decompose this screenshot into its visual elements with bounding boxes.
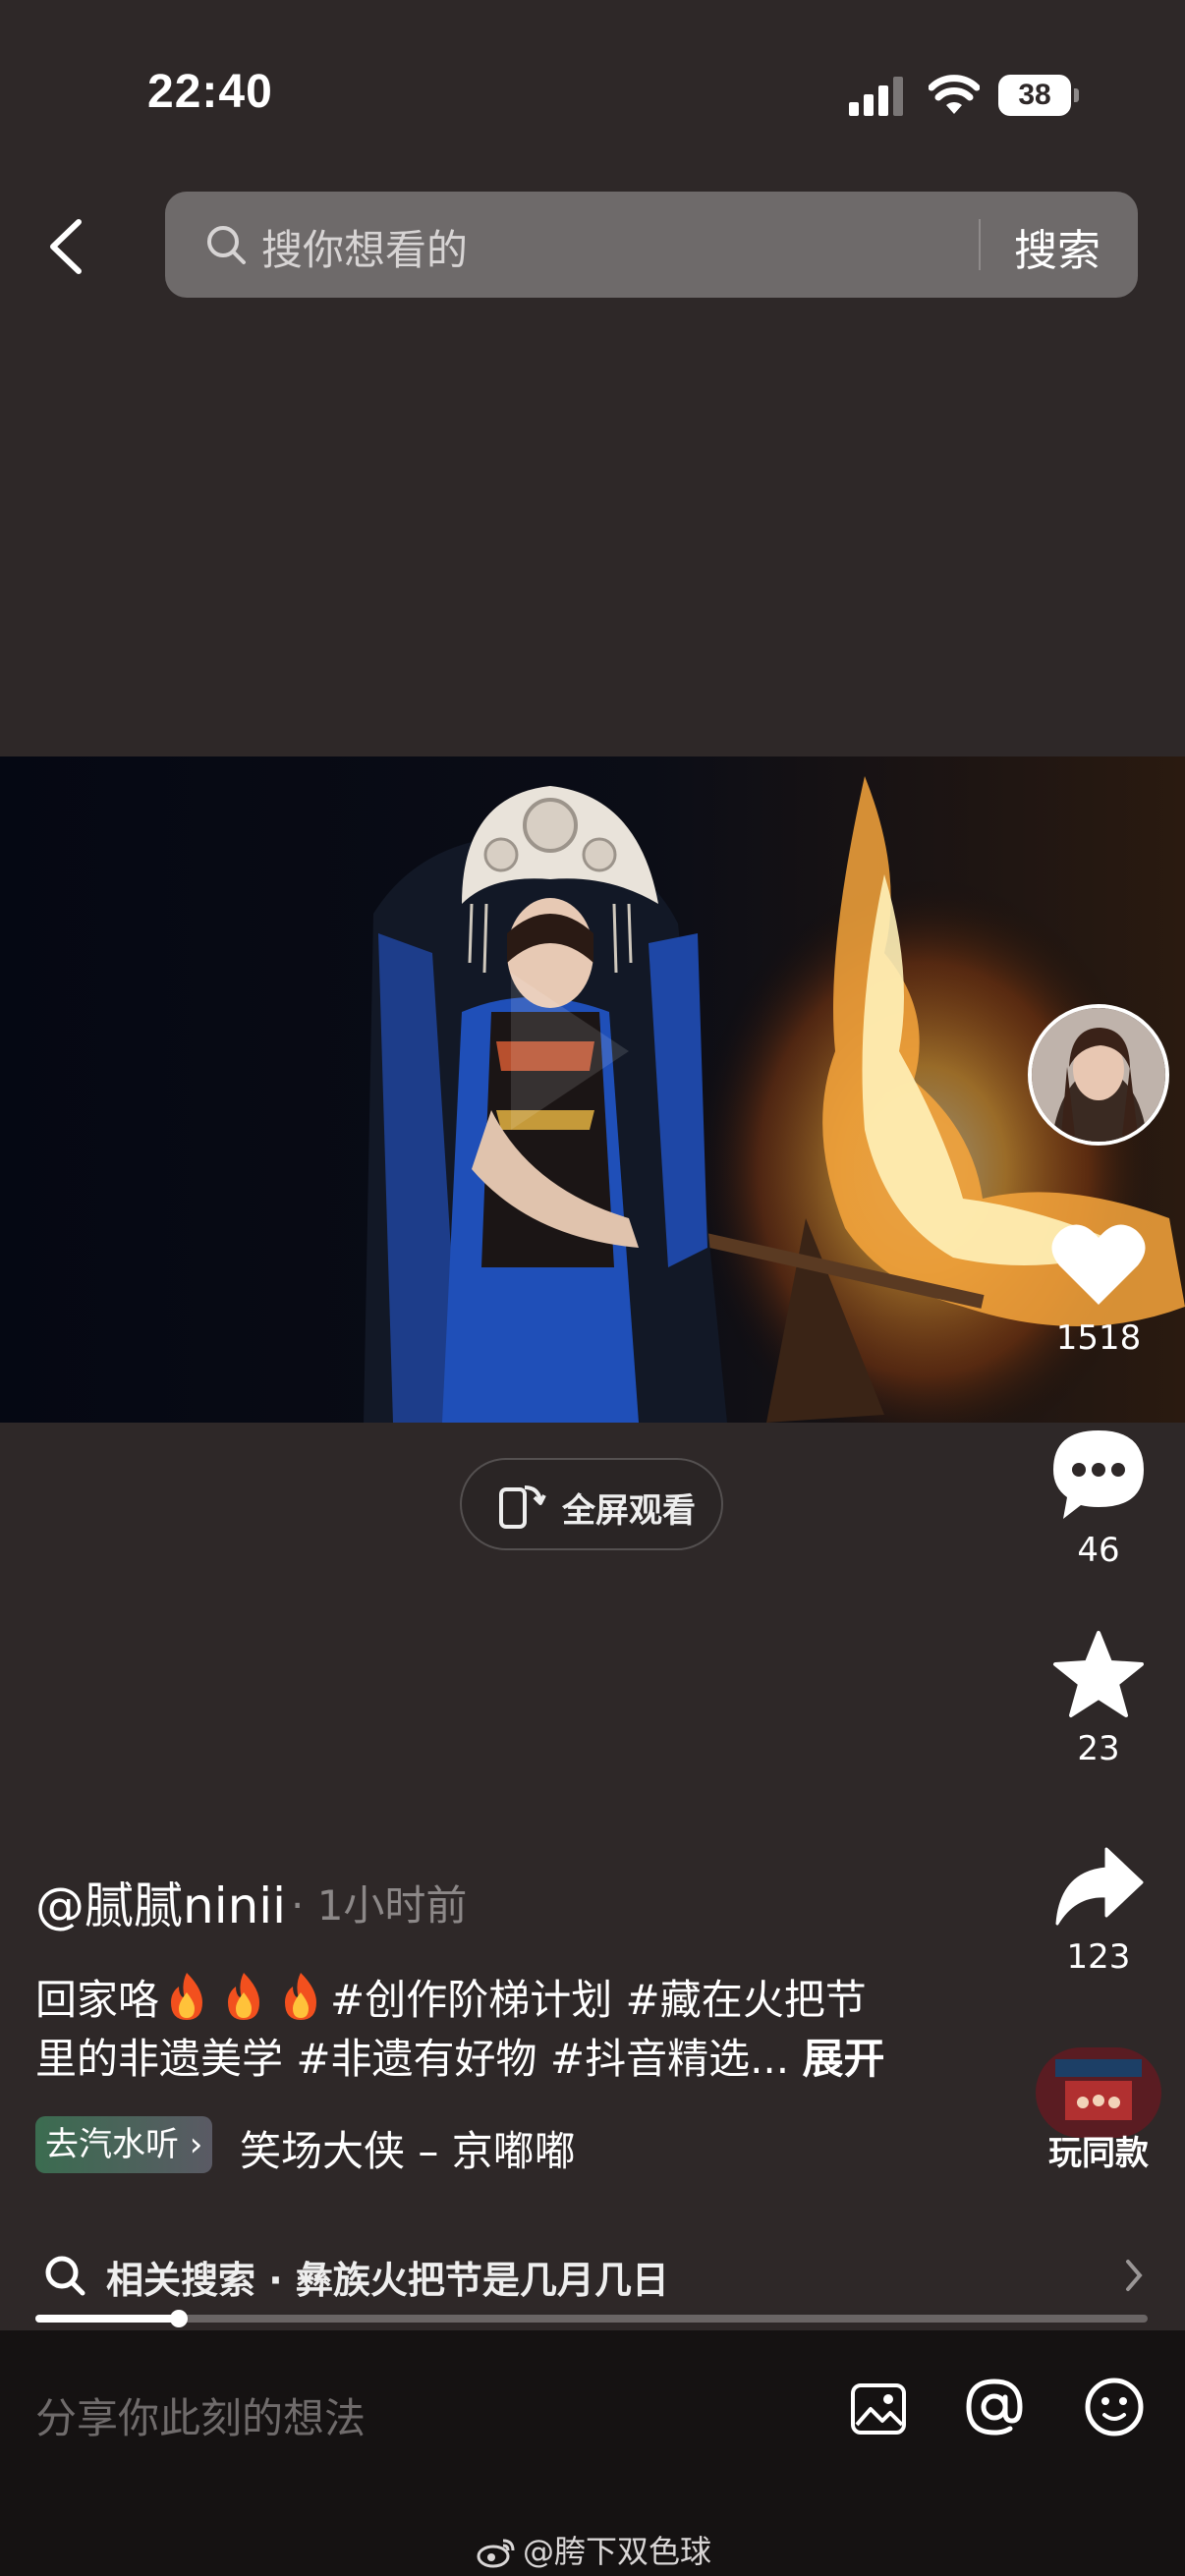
battery-icon: 38 xyxy=(998,75,1079,116)
back-icon[interactable] xyxy=(39,214,98,279)
share-icon xyxy=(1055,1847,1144,1926)
caption-line-2[interactable]: 里的非遗美学 #非遗有好物 #抖音精选... 展开 xyxy=(35,2026,885,2086)
fullscreen-label: 全屏观看 xyxy=(562,1491,696,1531)
music-title[interactable]: 笑场大侠 – 京嘟嘟 xyxy=(240,2118,576,2178)
status-time: 22:40 xyxy=(147,66,273,118)
comment-button[interactable]: 46 xyxy=(1030,1427,1167,1570)
like-button[interactable]: 1518 xyxy=(1030,1220,1167,1358)
rotate-screen-icon xyxy=(499,1485,546,1529)
search-icon xyxy=(207,226,246,264)
play-same-label: 玩同款 xyxy=(1048,2134,1149,2173)
caption-hashtags-2[interactable]: 里的非遗美学 #非遗有好物 #抖音精选... xyxy=(35,2035,789,2083)
related-search-label: 相关搜索 · 彝族火把节是几月几日 xyxy=(106,2259,669,2302)
chevron-right-icon xyxy=(1126,2260,1143,2291)
search-input[interactable]: 搜你想看的 xyxy=(261,217,468,277)
battery-level: 38 xyxy=(998,75,1071,116)
like-count: 1518 xyxy=(1055,1318,1142,1358)
caption-line-1[interactable]: 回家咯 #创作阶梯计划 #藏在火把节 xyxy=(35,1967,867,2027)
caption-hashtags[interactable]: #创作阶梯计划 #藏在火把节 xyxy=(330,1976,867,2024)
author-avatar[interactable] xyxy=(1028,1004,1169,1146)
wifi-icon xyxy=(929,75,980,114)
expand-button[interactable]: 展开 xyxy=(803,2035,885,2083)
fire-emoji-icon xyxy=(285,1973,317,2020)
comment-count: 46 xyxy=(1077,1531,1120,1570)
caption-prefix: 回家咯 xyxy=(35,1976,160,2024)
comment-bar: 分享你此刻的想法 @胯下双色球 xyxy=(0,2330,1185,2576)
search-button[interactable]: 搜索 xyxy=(1014,215,1100,278)
share-count: 123 xyxy=(1066,1937,1131,1977)
progress-fill xyxy=(35,2315,180,2323)
post-time: · 1小时前 xyxy=(291,1881,468,1930)
related-search[interactable]: 相关搜索 · 彝族火把节是几月几日 xyxy=(35,2246,1146,2305)
fire-emoji-icon xyxy=(171,1973,203,2020)
favorite-button[interactable]: 23 xyxy=(1030,1629,1167,1768)
comment-icon xyxy=(1053,1430,1144,1519)
favorite-count: 23 xyxy=(1077,1729,1120,1768)
video-player[interactable] xyxy=(0,756,1185,1423)
fullscreen-button[interactable]: 全屏观看 xyxy=(460,1458,723,1550)
search-bar[interactable]: 搜你想看的 搜索 xyxy=(165,192,1138,298)
progress-handle[interactable] xyxy=(170,2310,189,2327)
star-icon xyxy=(1053,1631,1144,1717)
signal-icon xyxy=(849,77,903,116)
watermark-text: @胯下双色球 xyxy=(523,2533,712,2570)
share-button[interactable]: 123 xyxy=(1030,1845,1167,1977)
fire-emoji-icon xyxy=(228,1973,260,2020)
at-icon[interactable] xyxy=(963,2376,1026,2438)
watermark: @胯下双色球 xyxy=(476,2527,711,2572)
avatar-image xyxy=(1032,1008,1165,1142)
comment-input[interactable]: 分享你此刻的想法 xyxy=(35,2385,366,2445)
emoji-icon[interactable] xyxy=(1083,2376,1146,2438)
search-divider xyxy=(979,219,981,270)
video-progress-bar[interactable] xyxy=(35,2310,1148,2327)
weibo-icon xyxy=(477,2539,515,2568)
video-frame xyxy=(0,756,1185,1423)
music-app-tag[interactable]: 去汽水听 › xyxy=(35,2116,213,2173)
play-same-button[interactable]: 玩同款 xyxy=(1028,2047,1169,2174)
template-thumbnail xyxy=(1036,2047,1161,2138)
author-name[interactable]: @腻腻ninii xyxy=(35,1867,286,1937)
heart-icon xyxy=(1051,1224,1146,1305)
search-icon xyxy=(45,2256,85,2296)
image-icon[interactable] xyxy=(849,2380,908,2438)
